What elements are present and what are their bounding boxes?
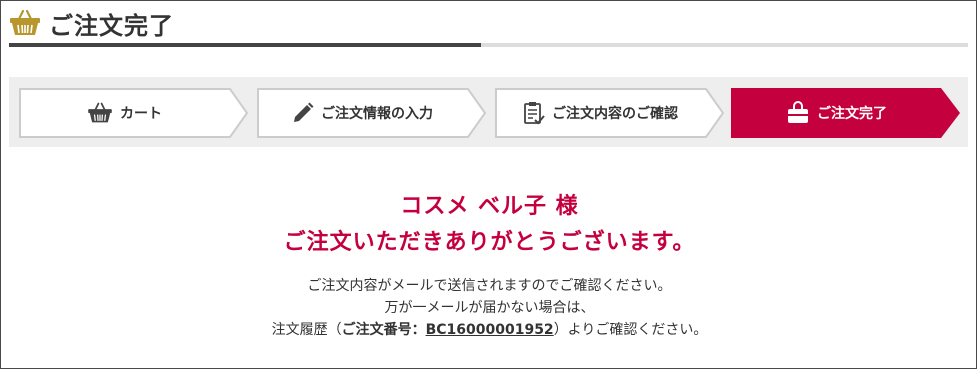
step-label: カート — [120, 106, 162, 122]
basket-icon — [87, 102, 113, 124]
page-title: ご注文完了 — [49, 11, 174, 40]
email-notice: ご注文内容がメールで送信されますのでご確認ください。 — [307, 278, 672, 294]
order-history-line: 注文履歴（ご注文番号：BC16000001952）よりご確認ください。 — [271, 322, 708, 338]
order-number-link[interactable]: BC16000001952 — [426, 322, 554, 338]
page-frame: ご注文完了 カート ご注文情報の入力 ご注文内容のご確認 ご注文完了 コスメ ベ… — [0, 0, 977, 369]
order-complete-message: コスメ ベル子 様 ご注文いただきありがとうございます。 ご注文内容がメールで送… — [1, 191, 977, 341]
checklist-icon — [523, 101, 545, 125]
customer-name: コスメ ベル子 様 — [400, 194, 579, 219]
order-number-label: ご注文番号： — [341, 322, 426, 338]
step-order-info: ご注文情報の入力 — [257, 88, 487, 138]
step-cart: カート — [19, 88, 249, 138]
step-complete: ご注文完了 — [731, 88, 961, 138]
order-description: ご注文内容がメールで送信されますのでご確認ください。 万が一メールが届かない場合… — [1, 275, 977, 341]
checkout-steps: カート ご注文情報の入力 ご注文内容のご確認 ご注文完了 — [9, 77, 968, 147]
step-label: ご注文情報の入力 — [321, 106, 433, 122]
bag-icon — [786, 101, 810, 125]
step-label: ご注文内容のご確認 — [552, 106, 678, 122]
basket-icon — [10, 9, 40, 35]
header-rule-light — [481, 43, 968, 47]
pencil-icon — [292, 102, 314, 124]
email-fallback-notice: 万が一メールが届かない場合は、 — [384, 300, 595, 316]
thank-you-message: ご注文いただきありがとうございます。 — [283, 230, 696, 255]
header-rule-dark — [9, 43, 481, 47]
step-label: ご注文完了 — [817, 106, 887, 122]
step-confirm: ご注文内容のご確認 — [495, 88, 725, 138]
page-header: ご注文完了 — [9, 5, 174, 41]
